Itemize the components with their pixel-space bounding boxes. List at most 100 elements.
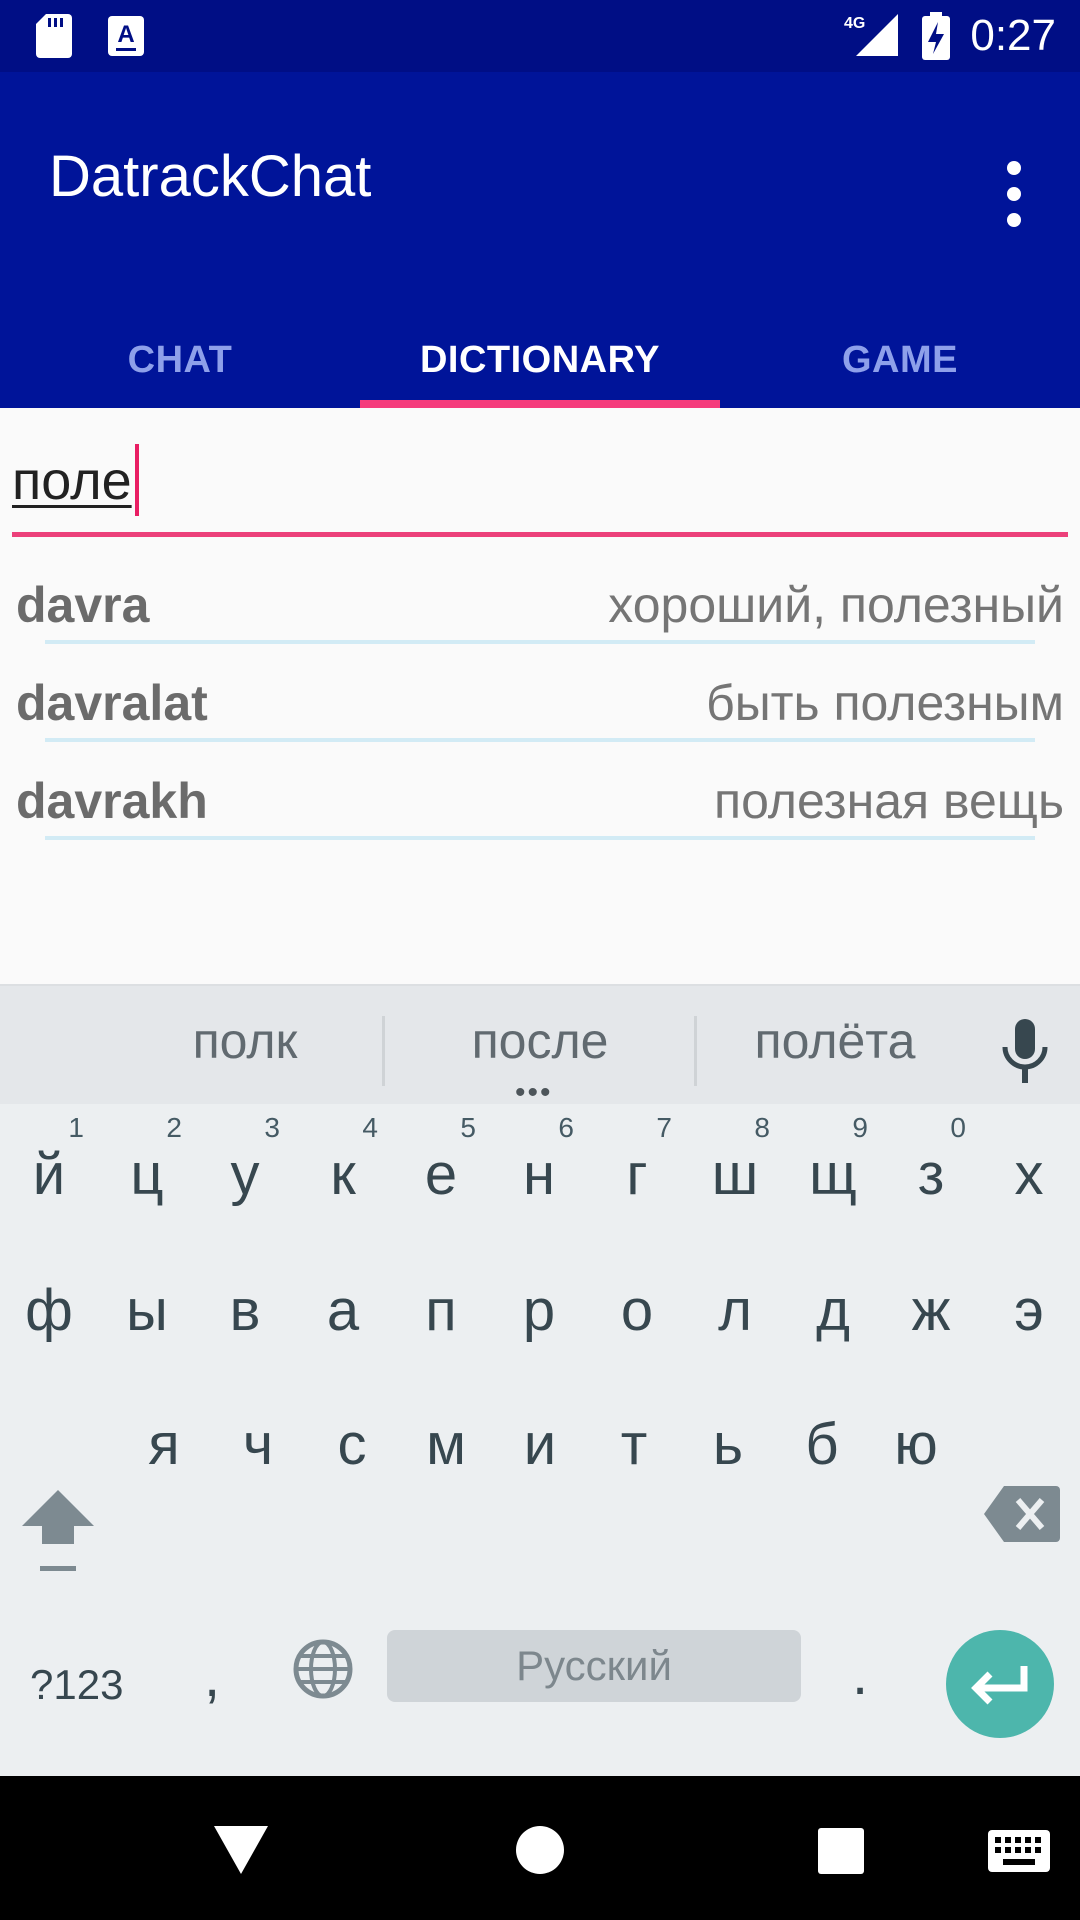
keyboard-key[interactable]: ю: [867, 1376, 965, 1506]
list-item[interactable]: davrakh полезная вещь: [0, 752, 1080, 850]
list-item[interactable]: davra хороший, полезный: [0, 556, 1080, 654]
tab-chat[interactable]: CHAT: [0, 296, 360, 408]
period-key[interactable]: .: [852, 1646, 868, 1704]
keyboard-key[interactable]: с: [303, 1376, 401, 1506]
key-number-hint: 8: [754, 1112, 770, 1143]
keyboard-key[interactable]: з0: [882, 1106, 980, 1236]
keyboard-key[interactable]: в: [196, 1242, 294, 1372]
key-number-hint: 5: [460, 1112, 476, 1143]
space-key[interactable]: Русский: [387, 1630, 801, 1702]
keyboard-key[interactable]: м: [397, 1376, 495, 1506]
key-label: х: [1014, 1142, 1044, 1207]
keyboard-key[interactable]: ж: [882, 1242, 980, 1372]
globe-icon[interactable]: [292, 1638, 354, 1700]
key-number-hint: 1: [68, 1112, 84, 1143]
key-label: ф: [25, 1278, 73, 1343]
result-translation: хороший, полезный: [608, 577, 1064, 633]
key-label: э: [1014, 1278, 1044, 1343]
keyboard-key[interactable]: щ9: [784, 1106, 882, 1236]
key-label: а: [326, 1278, 360, 1343]
list-item[interactable]: davralat быть полезным: [0, 654, 1080, 752]
key-label: й: [32, 1142, 66, 1207]
key-label: с: [337, 1412, 367, 1477]
keyboard-key[interactable]: г7: [588, 1106, 686, 1236]
keyboard-key[interactable]: ц2: [98, 1106, 196, 1236]
key-label: ш: [711, 1142, 759, 1207]
key-label: ц: [130, 1142, 164, 1207]
divider: [45, 738, 1035, 742]
key-label: т: [620, 1412, 648, 1477]
keyboard-key[interactable]: п: [392, 1242, 490, 1372]
key-label: е: [424, 1142, 458, 1207]
keyboard-key[interactable]: т: [585, 1376, 683, 1506]
key-label: у: [230, 1142, 260, 1207]
microphone-icon[interactable]: [1000, 1019, 1050, 1085]
more-vert-icon[interactable]: [990, 154, 1038, 234]
search-input[interactable]: поле: [12, 440, 1068, 540]
suggestion-3[interactable]: полёта: [735, 1016, 935, 1066]
enter-key[interactable]: [946, 1630, 1054, 1738]
result-word: davra: [16, 577, 150, 633]
result-word: davrakh: [16, 773, 208, 829]
tab-bar: CHAT DICTIONARY GAME: [0, 296, 1080, 408]
divider: [45, 836, 1035, 840]
key-number-hint: 4: [362, 1112, 378, 1143]
back-icon[interactable]: [214, 1826, 268, 1874]
sd-card-icon: [36, 14, 72, 58]
key-label: д: [816, 1278, 850, 1343]
keyboard-key[interactable]: ф: [0, 1242, 98, 1372]
keyboard-key[interactable]: о: [588, 1242, 686, 1372]
key-label: ы: [126, 1278, 168, 1343]
key-label: о: [620, 1278, 654, 1343]
keyboard-key[interactable]: л: [686, 1242, 784, 1372]
keyboard-key[interactable]: а: [294, 1242, 392, 1372]
suggestion-divider: [382, 1016, 385, 1086]
keyboard-key[interactable]: к4: [294, 1106, 392, 1236]
keyboard-key[interactable]: ш8: [686, 1106, 784, 1236]
result-word: davralat: [16, 675, 208, 731]
keyboard-key[interactable]: я: [115, 1376, 213, 1506]
key-label: п: [425, 1278, 457, 1343]
keyboard-key[interactable]: ь: [679, 1376, 777, 1506]
keyboard-notification-icon: A: [108, 16, 144, 56]
key-number-hint: 3: [264, 1112, 280, 1143]
home-icon[interactable]: [516, 1826, 564, 1874]
keyboard-key[interactable]: ы: [98, 1242, 196, 1372]
key-number-hint: 2: [166, 1112, 182, 1143]
backspace-icon[interactable]: [984, 1486, 1060, 1542]
keyboard-key[interactable]: э: [980, 1242, 1078, 1372]
keyboard-key[interactable]: й1: [0, 1106, 98, 1236]
recents-icon[interactable]: [818, 1828, 864, 1874]
keyboard-key[interactable]: и: [491, 1376, 589, 1506]
keyboard-key[interactable]: ч: [209, 1376, 307, 1506]
key-label: л: [718, 1278, 752, 1343]
key-label: ч: [242, 1412, 274, 1477]
keyboard-key[interactable]: х: [980, 1106, 1078, 1236]
tab-game[interactable]: GAME: [720, 296, 1080, 408]
keyboard-key[interactable]: д: [784, 1242, 882, 1372]
suggestion-1[interactable]: полк: [160, 1016, 330, 1066]
text-cursor: [135, 444, 139, 516]
shift-icon[interactable]: [18, 1482, 98, 1582]
key-label: в: [229, 1278, 261, 1343]
key-label: ж: [911, 1278, 951, 1343]
status-bar: A 4G 0:27: [0, 0, 1080, 72]
divider: [45, 640, 1035, 644]
keyboard-key[interactable]: р: [490, 1242, 588, 1372]
network-type-label: 4G: [844, 15, 865, 32]
keyboard-key[interactable]: н6: [490, 1106, 588, 1236]
keyboard-key[interactable]: б: [773, 1376, 871, 1506]
suggestion-2[interactable]: после: [445, 1016, 635, 1066]
comma-key[interactable]: ,: [204, 1648, 220, 1706]
search-query-text: поле: [12, 451, 132, 511]
symbols-key[interactable]: ?123: [30, 1664, 123, 1706]
key-number-hint: 7: [656, 1112, 672, 1143]
keyboard-switch-icon[interactable]: [988, 1830, 1050, 1872]
keyboard-key[interactable]: е5: [392, 1106, 490, 1236]
app-bar: DatrackChat CHAT DICTIONARY GAME: [0, 72, 1080, 408]
app-title: DatrackChat: [49, 144, 372, 209]
signal-icon: 4G: [844, 14, 898, 56]
tab-dictionary[interactable]: DICTIONARY: [360, 296, 720, 408]
keyboard-key[interactable]: у3: [196, 1106, 294, 1236]
svg-text:A: A: [117, 21, 134, 48]
